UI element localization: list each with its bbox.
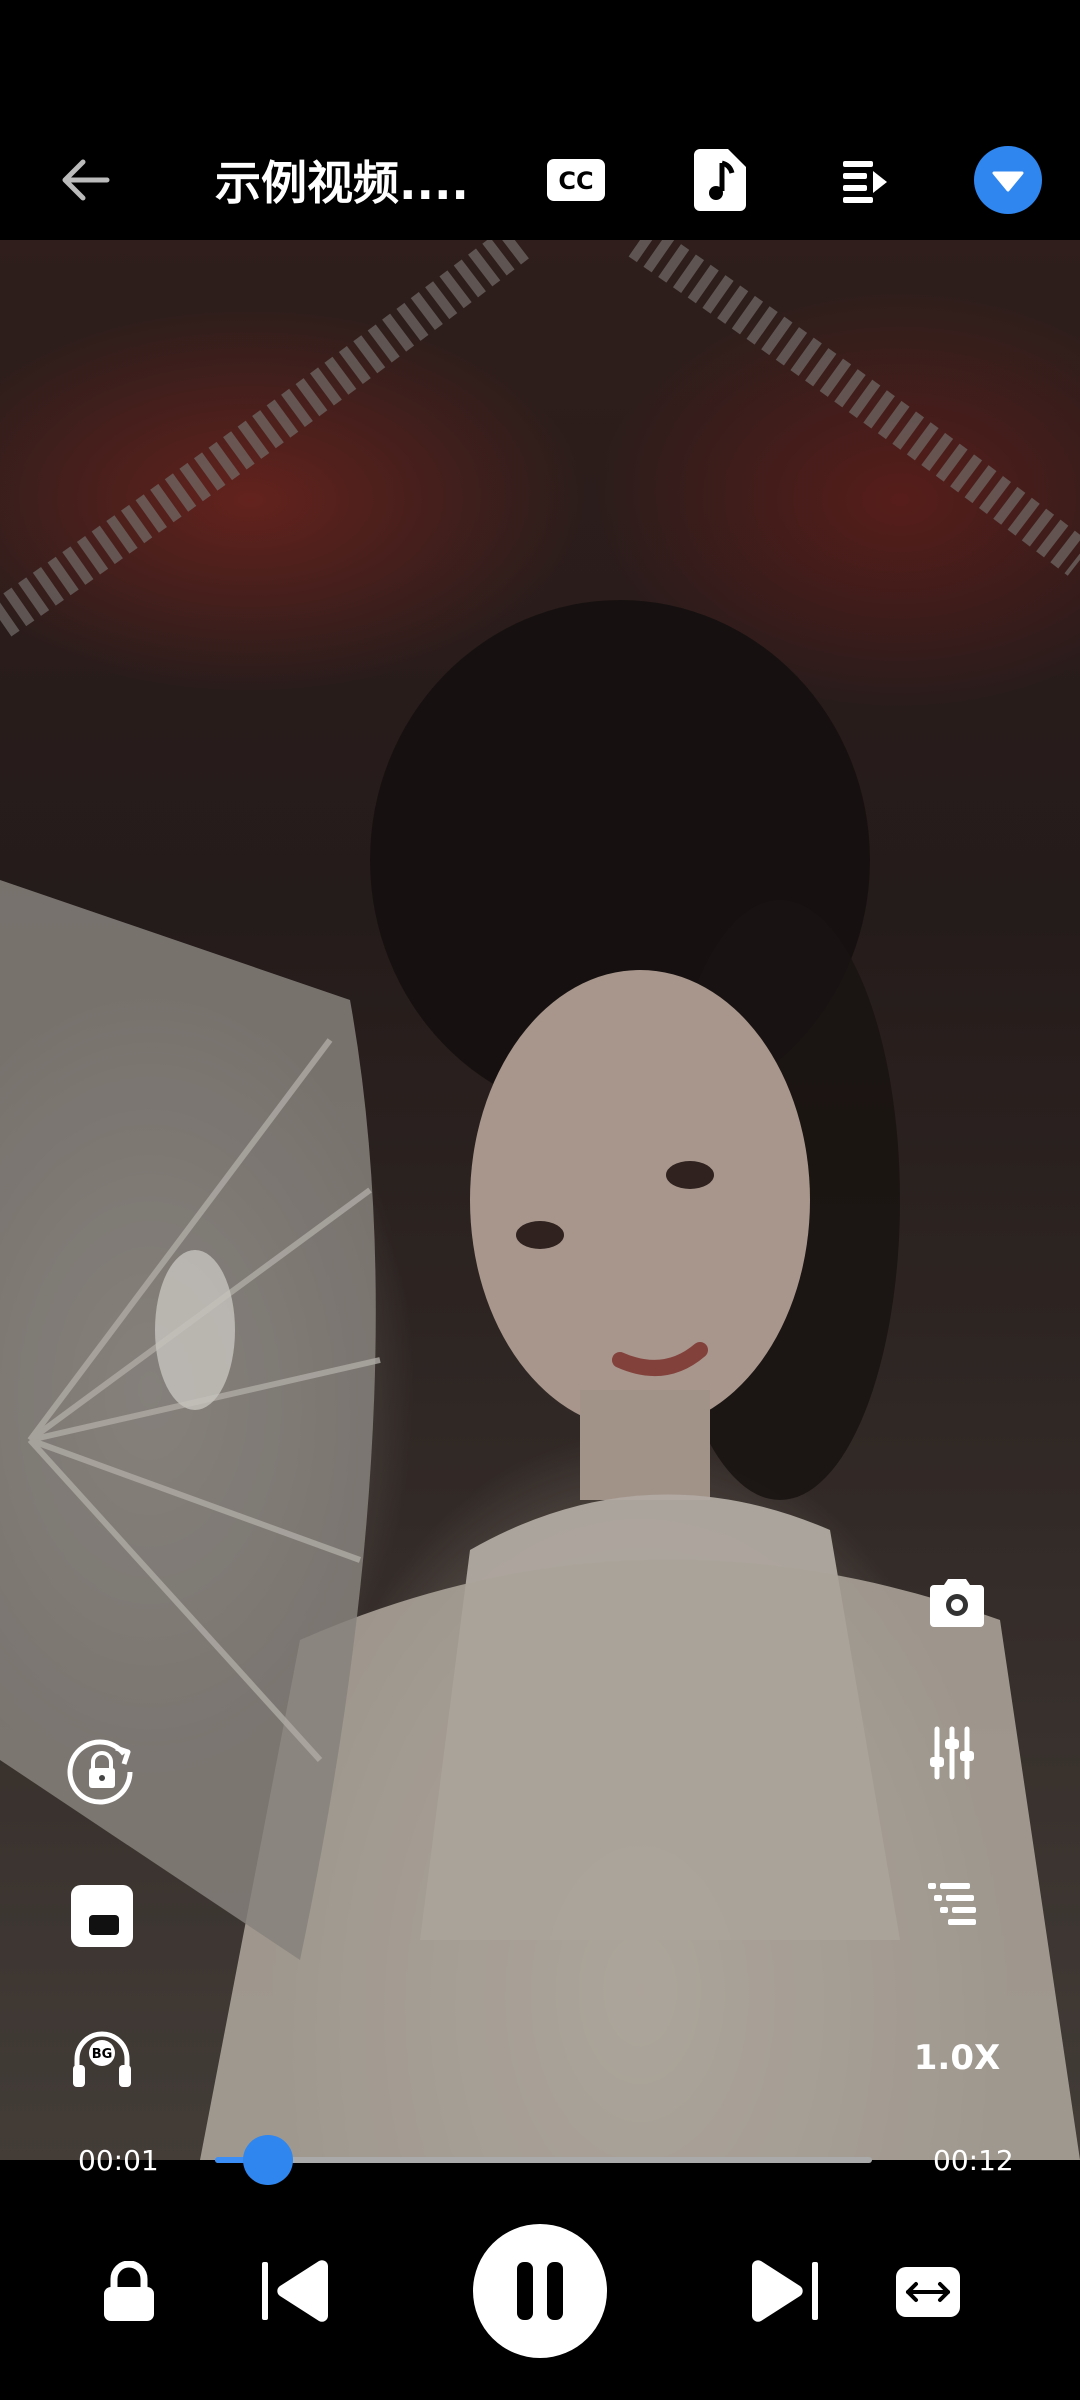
subtitles-button[interactable]: CC (545, 155, 607, 205)
cc-icon: CC (547, 159, 605, 201)
pip-window-icon (71, 1885, 133, 1947)
arrow-left-icon (62, 159, 110, 201)
status-bar (0, 0, 1080, 130)
playlist-button[interactable] (838, 150, 894, 210)
chapters-button[interactable] (924, 1875, 980, 1931)
skip-next-icon (752, 2260, 818, 2322)
total-time: 00:12 (933, 2144, 1014, 2177)
next-button[interactable] (744, 2255, 824, 2327)
back-button[interactable] (50, 150, 120, 210)
audio-track-button[interactable] (690, 145, 750, 215)
headphones-icon: BG (73, 2031, 131, 2087)
video-frame[interactable] (0, 240, 1080, 2160)
video-title: 示例视频.... (215, 156, 465, 210)
camera-icon (930, 1579, 984, 1627)
music-note-icon (694, 149, 746, 211)
rotation-lock-button[interactable] (62, 1730, 142, 1810)
screen-lock-button[interactable] (98, 2258, 160, 2326)
seek-bar[interactable] (215, 2135, 872, 2185)
previous-button[interactable] (256, 2255, 336, 2327)
playlist-icon (843, 161, 887, 203)
svg-text:CC: CC (558, 167, 593, 195)
playback-speed-button[interactable]: 1.0X (912, 2030, 1002, 2086)
video-dim-overlay (0, 240, 1080, 2160)
chevron-down-circle-icon (974, 146, 1042, 214)
equalizer-button[interactable] (924, 1720, 980, 1786)
aspect-ratio-icon (896, 2267, 960, 2317)
list-icon (928, 1883, 976, 1925)
lock-icon (104, 2261, 154, 2321)
screenshot-button[interactable] (924, 1570, 990, 1636)
background-play-button[interactable]: BG (66, 2022, 138, 2094)
equalizer-icon (930, 1726, 974, 1780)
skip-previous-icon (262, 2260, 328, 2322)
pause-icon (473, 2224, 607, 2358)
rotate-lock-icon (67, 1739, 133, 1805)
aspect-ratio-button[interactable] (892, 2262, 964, 2322)
svg-text:BG: BG (92, 2047, 113, 2062)
seek-bar-thumb[interactable] (242, 2135, 293, 2185)
top-bar (0, 130, 1080, 240)
menu-dropdown-button[interactable] (973, 145, 1043, 215)
pause-button[interactable] (473, 2224, 607, 2358)
current-time: 00:01 (78, 2144, 159, 2177)
popup-player-button[interactable] (66, 1880, 138, 1952)
